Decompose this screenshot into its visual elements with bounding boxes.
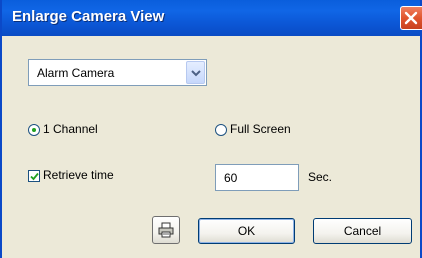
radio-button[interactable] (28, 124, 40, 136)
window-title: Enlarge Camera View (12, 8, 165, 25)
radio-button[interactable] (215, 124, 227, 136)
print-button[interactable] (152, 216, 180, 244)
radio-full-screen-label: Full Screen (230, 122, 291, 136)
retrieve-time-input[interactable]: 60 (215, 164, 299, 191)
dropdown-button[interactable] (186, 61, 205, 84)
seconds-unit-label: Sec. (308, 170, 333, 184)
camera-select-value: Alarm Camera (37, 66, 115, 80)
close-icon (404, 11, 418, 25)
retrieve-time-checkbox[interactable]: Retrieve time (28, 168, 168, 186)
radio-1-channel[interactable]: 1 Channel (28, 122, 148, 140)
radio-selected-dot (32, 128, 36, 132)
radio-1-channel-label: 1 Channel (43, 122, 98, 136)
cancel-button[interactable]: Cancel (313, 218, 412, 244)
camera-select[interactable]: Alarm Camera (28, 59, 207, 86)
checkbox[interactable] (28, 170, 40, 182)
radio-full-screen[interactable]: Full Screen (215, 122, 335, 140)
printer-icon (158, 222, 174, 238)
chevron-down-icon (191, 70, 201, 77)
retrieve-time-label: Retrieve time (43, 168, 114, 182)
ok-button[interactable]: OK (198, 218, 295, 244)
checkmark-icon (30, 172, 39, 181)
dialog-window: Enlarge Camera View Alarm Camera 1 Chann… (0, 0, 422, 258)
close-button[interactable] (400, 6, 422, 30)
title-bar[interactable]: Enlarge Camera View (2, 0, 422, 36)
